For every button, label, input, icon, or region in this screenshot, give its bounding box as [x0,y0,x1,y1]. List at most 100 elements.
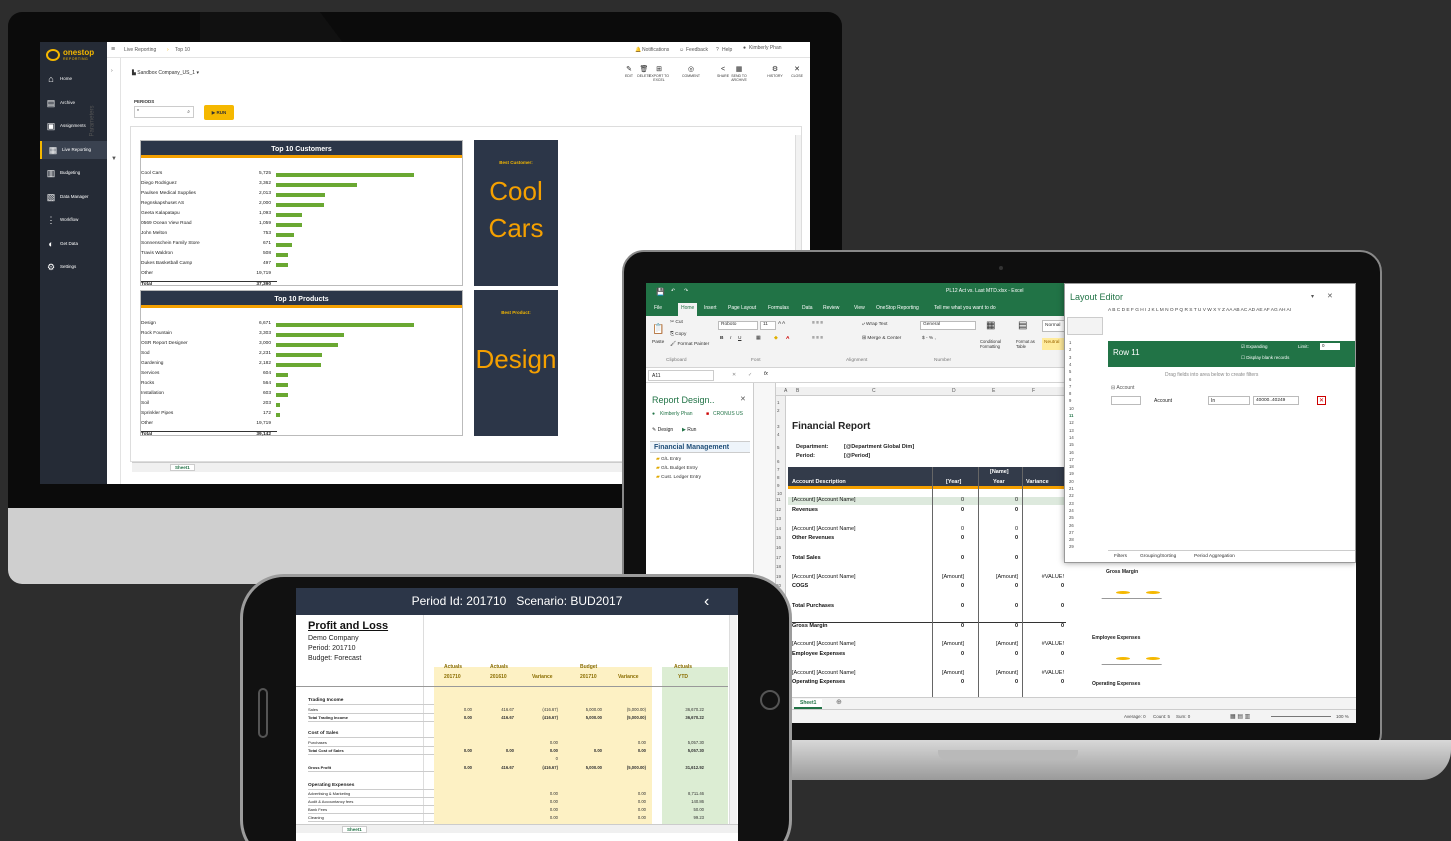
notifications-link[interactable]: Notifications [642,47,669,53]
report-row[interactable]: 21 [776,593,1066,601]
design-button[interactable]: ✎ Design [652,427,673,433]
export-to-excel-button[interactable]: ⊞ EXPORT TO EXCEL [648,66,670,82]
layout-row-number[interactable]: 27 [1069,530,1074,535]
expanding-checkbox[interactable]: ☑ Expanding [1241,344,1268,350]
cut-button[interactable]: ✂ Cut [670,320,683,325]
currency-icon[interactable]: $ - % , [922,336,936,341]
report-row[interactable]: [Account] [Account Name] [Amount] [Amount]… [776,641,1066,649]
report-row[interactable]: 28 [776,660,1066,668]
layout-tab-period-aggregation[interactable]: Period Aggregation [1194,554,1235,559]
align-bottom-icon[interactable]: ≡ ≡ ≡ [812,336,823,341]
conditional-formatting-button[interactable]: Conditional Formatting [980,339,1014,349]
tab-onestop-reporting[interactable]: OneStop Reporting [876,305,919,311]
feedback-icon[interactable]: ☺ [679,47,684,53]
cancel-icon[interactable]: ✕ [732,372,736,378]
layout-tab-filters[interactable]: Filters [1114,554,1127,559]
history-button[interactable]: ⚙ HISTORY [764,66,786,78]
merge-center-button[interactable]: ⊞ Merge & Center [862,336,901,341]
name-box[interactable]: A11 [648,370,714,381]
fill-color-icon[interactable]: ◆ [774,336,778,341]
help-link[interactable]: Help [722,47,732,53]
layout-row-number[interactable]: 5 [1069,369,1071,374]
layout-row-number[interactable]: 9 [1069,398,1071,403]
layout-row-number[interactable]: 28 [1069,537,1074,542]
layout-row-number[interactable]: 20 [1069,479,1074,484]
designer-company[interactable]: CRONUS US [713,411,743,417]
bold-button[interactable]: B [720,336,723,341]
account-group[interactable]: ⊟ Account [1111,385,1134,391]
report-row[interactable]: Other Revenues 0 0 15 [776,535,1066,543]
report-row[interactable]: Gross Margin00024 [776,621,1066,630]
layout-row-number[interactable]: 21 [1069,486,1074,491]
user-icon[interactable]: ● [743,45,746,51]
layout-row-number[interactable]: 23 [1069,501,1074,506]
row-number[interactable]: 9 [777,483,780,488]
layout-row-number[interactable]: 3 [1069,355,1071,360]
expand-icon[interactable]: › [111,68,113,74]
underline-button[interactable]: U [738,336,741,341]
sidebar-item-data-manager[interactable]: ▧ Data Manager [40,188,107,206]
add-sheet-icon[interactable]: ⊕ [836,698,842,706]
account-dropdown[interactable] [1111,396,1141,405]
report-row[interactable]: Revenues 0 0 12 [776,507,1066,515]
sidebar-item-archive[interactable]: ▤ Archive [40,94,107,112]
column-header-f[interactable]: F [1032,388,1035,394]
designer-item[interactable]: ▰ G/L Entry [656,457,681,462]
row-number[interactable]: 6 [777,459,780,464]
parameters-tab[interactable]: Parameters ▼ › [90,58,121,484]
row-number[interactable]: 10 [777,491,782,496]
report-row[interactable]: Employee Expenses00027 [776,651,1066,659]
confirm-icon[interactable]: ✓ [748,372,752,378]
operator-select[interactable]: In [1208,396,1250,405]
layout-row-number[interactable]: 1 [1069,340,1071,345]
sidebar-item-workflow[interactable]: ⋮ Workflow [40,211,107,229]
sidebar-item-budgeting[interactable]: ▥ Budgeting [40,164,107,182]
excel-sheet-tab[interactable]: Sheet1 [794,699,823,709]
fx-icon[interactable]: fx [764,371,768,377]
run-button-excel[interactable]: ▶ Run [682,427,696,433]
report-row[interactable]: Operating Expenses00030 [776,679,1066,687]
column-letters[interactable]: A B C D E F G H I J K L M N O P Q R S T … [1108,308,1355,316]
style-neutral[interactable]: Neutral [1042,338,1066,350]
onestop-logo[interactable]: onestop REPORTING [46,47,102,63]
save-icon[interactable]: 💾 [656,288,665,296]
layout-row-number[interactable]: 8 [1069,391,1071,396]
layout-row-number[interactable]: 17 [1069,457,1074,462]
report-row[interactable]: [Account] [Account Name] 0 0 14 [776,526,1066,534]
align-icon[interactable]: ≡ ≡ ≡ [812,321,823,326]
report-row[interactable]: [Account] [Account Name] [Amount] [Amount]… [776,670,1066,678]
period-input[interactable]: * ⌕ [134,106,194,118]
help-icon[interactable]: ? [716,47,719,53]
row-number[interactable]: 4 [777,432,780,437]
close-button[interactable]: ✕ CLOSE [786,66,808,78]
layout-row-number[interactable]: 4 [1069,362,1071,367]
filter-value-input[interactable]: 40000..40249 [1253,396,1299,405]
layout-row-number[interactable]: 7 [1069,384,1071,389]
menu-icon[interactable]: ≡ [111,46,115,53]
column-header-c[interactable]: C [872,388,876,394]
tab-home[interactable]: Home [678,303,698,316]
close-layout-editor-icon[interactable]: ✕ [1327,292,1333,300]
tab-tell-me-what-you-want-to-do[interactable]: Tell me what you want to do [934,305,996,311]
row-number[interactable]: 3 [777,424,780,429]
view-icons[interactable]: ▦ ▤ ▥ [1230,713,1250,720]
undo-icon[interactable]: ↶ [671,288,675,294]
layout-row-number[interactable]: 6 [1069,377,1071,382]
report-row[interactable]: Total Purchases00022 [776,603,1066,611]
remove-filter-icon[interactable]: ✕ [1317,396,1326,405]
report-row[interactable]: [Account] [Account Name] 0 0 11 [776,497,1066,505]
column-header-a[interactable]: A [784,388,787,394]
phone-scrollbar[interactable] [729,615,737,831]
sidebar-item-get-data[interactable]: ◐ Get Data [40,235,107,253]
layout-row-number[interactable]: 19 [1069,471,1074,476]
filter-icon[interactable]: ▼ [111,156,117,162]
report-row[interactable]: 25 [776,631,1066,639]
row-number[interactable]: 7 [777,467,780,472]
sidebar-item-assignments[interactable]: ▣ Assignments [40,117,107,135]
row-number[interactable]: 8 [777,475,780,480]
breadcrumb-live-reporting[interactable]: Live Reporting [124,47,156,53]
report-row[interactable]: 13 [776,516,1066,524]
company-selector[interactable]: ▙ Sandbox Company_US_1 ▾ [132,70,199,76]
tab-file[interactable]: File [654,305,662,311]
layout-row-number[interactable]: 14 [1069,435,1074,440]
